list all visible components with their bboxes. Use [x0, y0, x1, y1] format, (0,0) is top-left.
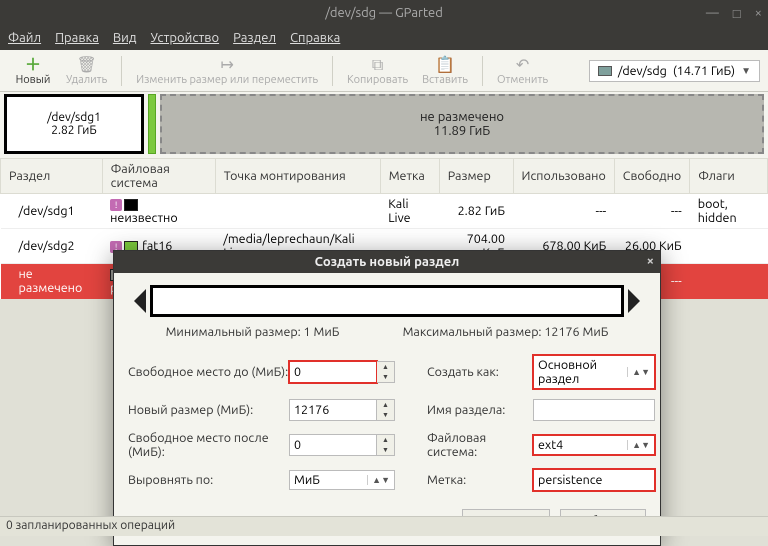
plus-icon: ＋ [25, 56, 41, 74]
filesystem-select[interactable]: ext4▲▼ [533, 435, 655, 455]
table-row[interactable]: /dev/sdg1!неизвестноKali Live2.82 ГиБ---… [1, 194, 768, 229]
copy-button: ⧉Копировать [341, 54, 414, 88]
slider-right-arrow-icon[interactable] [628, 289, 640, 313]
chevron-down-icon: ▲▼ [367, 475, 390, 485]
undo-button: ↶Отменить [491, 54, 554, 88]
paste-icon: 📋 [435, 56, 455, 74]
free-after-label: Свободное место после (МиБ): [124, 431, 289, 459]
paste-button: 📋Вставить [416, 54, 474, 88]
window-title: /dev/sdg — GParted [325, 6, 443, 20]
undo-icon: ↶ [516, 56, 529, 74]
separator [482, 56, 483, 86]
col-used[interactable]: Использовано [513, 159, 614, 194]
fs-swatch-icon [124, 199, 138, 211]
device-swatch-icon [598, 66, 612, 76]
partition-name-label: Имя раздела: [423, 403, 533, 417]
free-before-label: Свободное место до (МиБ): [124, 365, 289, 379]
col-label[interactable]: Метка [380, 159, 439, 194]
resize-button: ↦Изменить размер или переместить [130, 54, 324, 88]
dialog-close-icon[interactable]: × [647, 254, 654, 268]
filesystem-label: Файловая система: [423, 431, 533, 459]
separator [332, 56, 333, 86]
align-select[interactable]: МиБ▲▼ [289, 470, 395, 490]
menu-partition[interactable]: Раздел [233, 31, 276, 45]
copy-icon: ⧉ [372, 56, 383, 74]
new-size-input[interactable] [289, 399, 377, 421]
trash-icon: 🗑 [76, 56, 96, 74]
min-size-label: Минимальный размер: 1 МиБ [166, 325, 340, 339]
create-as-label: Создать как: [423, 365, 533, 379]
viz-partition-2[interactable] [148, 94, 156, 154]
chevron-down-icon: ▼ [741, 65, 751, 77]
max-size-label: Максимальный размер: 12176 МиБ [403, 325, 609, 339]
toolbar: ＋Новый 🗑Удалить ↦Изменить размер или пер… [0, 50, 768, 92]
dialog-form: Свободное место до (МиБ): ▲▼ Создать как… [114, 349, 660, 505]
free-after-input[interactable] [289, 434, 377, 456]
statusbar: 0 запланированных операций [0, 516, 768, 536]
free-after-field[interactable]: ▲▼ [289, 434, 399, 456]
col-flags[interactable]: Флаги [690, 159, 768, 194]
col-fs[interactable]: Файловая система [102, 159, 215, 194]
menu-device[interactable]: Устройство [150, 31, 219, 45]
menubar: Файл Правка Вид Устройство Раздел Справк… [0, 26, 768, 50]
device-name: /dev/sdg [618, 64, 667, 78]
device-size: (14.71 ГиБ) [673, 64, 735, 78]
viz-unalloc-size: 11.89 ГиБ [434, 124, 491, 138]
device-selector[interactable]: /dev/sdg (14.71 ГиБ) ▼ [589, 60, 760, 82]
align-label: Выровнять по: [124, 473, 289, 487]
col-mount[interactable]: Точка монтирования [215, 159, 380, 194]
size-hints: Минимальный размер: 1 МиБ Максимальный р… [114, 323, 660, 349]
viz-p1-size: 2.82 ГиБ [51, 124, 97, 137]
separator [121, 56, 122, 86]
col-partition[interactable]: Раздел [1, 159, 103, 194]
col-unused[interactable]: Свободно [614, 159, 689, 194]
size-slider [114, 273, 660, 323]
viz-unalloc-label: не размечено [420, 110, 504, 124]
new-size-label: Новый размер (МиБ): [124, 403, 289, 417]
new-size-field[interactable]: ▲▼ [289, 399, 399, 421]
new-button[interactable]: ＋Новый [8, 54, 58, 88]
delete-button: 🗑Удалить [60, 54, 113, 88]
partition-name-input[interactable] [533, 399, 655, 421]
slider-left-arrow-icon[interactable] [134, 289, 146, 313]
dialog-title: Создать новый раздел × [114, 251, 660, 273]
titlebar: /dev/sdg — GParted — □ × [0, 0, 768, 26]
label-label: Метка: [423, 473, 533, 487]
free-before-field[interactable]: ▲▼ [289, 361, 399, 383]
free-before-input[interactable] [289, 361, 377, 383]
menu-view[interactable]: Вид [113, 31, 137, 45]
col-size[interactable]: Размер [439, 159, 513, 194]
viz-p1-name: /dev/sdg1 [47, 111, 101, 124]
minimize-icon[interactable]: — [706, 6, 719, 21]
create-as-select[interactable]: Основной раздел▲▼ [533, 355, 655, 389]
table-header-row: Раздел Файловая система Точка монтирован… [1, 159, 768, 194]
warning-icon: ! [110, 199, 122, 211]
window-controls: — □ × [706, 6, 762, 21]
close-icon[interactable]: × [755, 6, 762, 21]
create-partition-dialog: Создать новый раздел × Минимальный разме… [113, 250, 661, 546]
new-size-spinner[interactable]: ▲▼ [377, 399, 395, 421]
maximize-icon[interactable]: □ [733, 6, 741, 21]
slider-track[interactable] [150, 285, 624, 317]
chevron-down-icon: ▲▼ [627, 367, 650, 377]
viz-partition-1[interactable]: /dev/sdg1 2.82 ГиБ [4, 94, 144, 154]
label-input[interactable] [533, 469, 655, 491]
resize-icon: ↦ [220, 56, 233, 74]
partition-viz: /dev/sdg1 2.82 ГиБ не размечено 11.89 Ги… [0, 92, 768, 158]
menu-file[interactable]: Файл [8, 31, 41, 45]
menu-edit[interactable]: Правка [55, 31, 99, 45]
menu-help[interactable]: Справка [290, 31, 340, 45]
chevron-down-icon: ▲▼ [627, 440, 650, 450]
viz-unallocated[interactable]: не размечено 11.89 ГиБ [160, 94, 764, 154]
free-after-spinner[interactable]: ▲▼ [377, 434, 395, 456]
free-before-spinner[interactable]: ▲▼ [377, 361, 395, 383]
